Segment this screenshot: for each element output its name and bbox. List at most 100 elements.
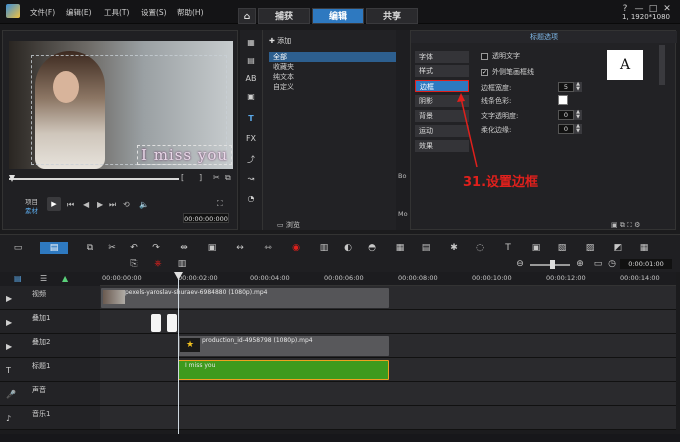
storyboard-view-icon[interactable]: ▭ bbox=[12, 242, 24, 254]
screen-record-icon[interactable]: ▣ bbox=[206, 242, 218, 254]
title-overlay-text[interactable]: I miss you bbox=[137, 145, 233, 165]
track-header-video[interactable]: ▶ 视频 bbox=[0, 286, 100, 310]
chapter-icon[interactable]: ⇿ bbox=[262, 242, 274, 254]
outer-stroke-option[interactable]: ✓ 外侧笔画框线 bbox=[481, 67, 534, 77]
copy-icon[interactable]: ⧉ bbox=[84, 242, 96, 254]
text-icon[interactable]: T bbox=[502, 242, 514, 254]
library-item-favorites[interactable]: 收藏夹 bbox=[273, 62, 294, 72]
library-splitter[interactable]: Bo Mo bbox=[396, 30, 410, 230]
track-lane-voice[interactable] bbox=[100, 382, 676, 406]
media-icon[interactable]: ▦ bbox=[244, 38, 258, 50]
browse-button[interactable]: ▭ 浏览 bbox=[277, 220, 300, 230]
tab-style[interactable]: 样式 bbox=[415, 65, 469, 77]
zoom-in-icon[interactable]: ⊕ bbox=[574, 258, 586, 270]
split-screen-icon[interactable]: ▣ bbox=[530, 242, 542, 254]
undo-icon[interactable]: ↶ bbox=[128, 242, 140, 254]
preview-scrubber[interactable]: [ ] ✂ ⧉ bbox=[9, 173, 235, 183]
motion-icon[interactable]: ↝ bbox=[244, 174, 258, 186]
track-lane-overlay1[interactable] bbox=[100, 310, 676, 334]
split-icon[interactable]: ✂ bbox=[213, 173, 220, 182]
timeline-ruler[interactable]: 00:00:00:00 00:00:02:00 00:00:04:00 00:0… bbox=[100, 272, 676, 286]
export-icon[interactable]: ▦ bbox=[638, 242, 650, 254]
timeline-playhead[interactable] bbox=[178, 272, 179, 436]
zoom-timecode[interactable]: 0:00:01:00 bbox=[620, 259, 672, 269]
tab-motion[interactable]: 运动 bbox=[415, 125, 469, 137]
play-button[interactable]: ▶ bbox=[47, 197, 61, 211]
soft-edge-stepper[interactable]: ▲ ▼ bbox=[574, 124, 582, 134]
zoom-slider-handle[interactable] bbox=[550, 260, 555, 269]
tab-border[interactable]: 边框 bbox=[415, 80, 469, 92]
ripple-icon[interactable]: ▥ bbox=[176, 258, 188, 270]
add-track-button[interactable]: ☰ bbox=[40, 274, 47, 283]
graphics-icon[interactable]: ▣ bbox=[244, 92, 258, 104]
record-icon[interactable]: ◉ bbox=[290, 242, 302, 254]
preview-timecode[interactable]: 00:00:00:000 bbox=[183, 213, 229, 223]
library-item-plain-text[interactable]: 纯文本 bbox=[273, 72, 294, 82]
prev-frame-icon[interactable]: ◀ bbox=[83, 200, 89, 209]
subtitle-icon[interactable]: ▤ bbox=[420, 242, 432, 254]
auto-music-icon[interactable]: ◓ bbox=[366, 242, 378, 254]
title-clip[interactable]: I miss you bbox=[178, 360, 389, 380]
scrubber-track[interactable] bbox=[9, 178, 179, 180]
volume-icon[interactable]: 🔈 bbox=[139, 200, 149, 209]
mixer-icon[interactable]: ▥ bbox=[318, 242, 330, 254]
text-opacity-input[interactable]: 0 bbox=[558, 110, 574, 120]
track-header-voice[interactable]: 🎤 声音 bbox=[0, 382, 100, 406]
instant-project-icon[interactable]: ▤ bbox=[244, 56, 258, 68]
track-manager-button[interactable]: ▤ bbox=[14, 274, 22, 283]
video-preview[interactable]: I miss you bbox=[9, 41, 233, 169]
wrap-icon[interactable]: ⎘ bbox=[128, 258, 140, 270]
add-folder-button[interactable]: ✚ 添加 bbox=[269, 36, 291, 46]
end-frame-icon[interactable]: ⏭ bbox=[109, 200, 116, 210]
library-item-all[interactable]: 全部 bbox=[269, 52, 399, 62]
overlay2-clip[interactable]: ★ production_id-4958798 (1080p).mp4 bbox=[178, 336, 389, 356]
tab-font[interactable]: 字体 bbox=[415, 51, 469, 63]
mark-out-icon[interactable]: ] bbox=[199, 173, 202, 182]
transition-icon[interactable]: AB bbox=[244, 74, 258, 86]
music-icon[interactable]: ◔ bbox=[244, 194, 258, 206]
menu-tools[interactable]: 工具(T) bbox=[104, 7, 129, 18]
filter-icon[interactable]: FX bbox=[244, 134, 258, 146]
home-icon[interactable]: ⌂ bbox=[238, 8, 256, 24]
tab-effect[interactable]: 效果 bbox=[415, 140, 469, 152]
motion-track-icon[interactable]: ▦ bbox=[394, 242, 406, 254]
zoom-out-icon[interactable]: ⊖ bbox=[514, 258, 526, 270]
tab-capture[interactable]: 捕获 bbox=[258, 8, 310, 24]
stabilize-icon[interactable]: ◩ bbox=[612, 242, 624, 254]
clock-icon[interactable]: ◷ bbox=[606, 258, 618, 270]
multicam-icon[interactable]: ◐ bbox=[342, 242, 354, 254]
line-color-swatch[interactable] bbox=[558, 95, 568, 105]
speed-icon[interactable]: ▨ bbox=[584, 242, 596, 254]
mode-clip-label[interactable]: 素材 bbox=[25, 205, 38, 215]
title-icon[interactable]: T bbox=[244, 114, 258, 126]
menu-help[interactable]: 帮助(H) bbox=[177, 7, 204, 18]
overlay-clip-white[interactable] bbox=[167, 314, 177, 332]
repeat-icon[interactable]: ⟲ bbox=[123, 200, 130, 209]
timeline-view-icon[interactable]: ▤ bbox=[40, 242, 68, 254]
track-lane-music1[interactable] bbox=[100, 406, 676, 430]
redo-icon[interactable]: ↷ bbox=[150, 242, 162, 254]
border-width-input[interactable]: 5 bbox=[558, 82, 574, 92]
options-scrollbar[interactable] bbox=[659, 45, 665, 85]
track-header-overlay1[interactable]: ▶ 叠加1 bbox=[0, 310, 100, 334]
path-icon[interactable]: ⤴ bbox=[244, 154, 258, 166]
tab-background[interactable]: 背景 bbox=[415, 110, 469, 122]
fullscreen-icon[interactable]: ⛶ bbox=[217, 199, 223, 209]
tools-icon[interactable]: ✂ bbox=[106, 242, 118, 254]
tab-shadow[interactable]: 阴影 bbox=[415, 95, 469, 107]
color-icon[interactable]: ▧ bbox=[556, 242, 568, 254]
soft-edge-input[interactable]: 0 bbox=[558, 124, 574, 134]
tab-share[interactable]: 共享 bbox=[366, 8, 418, 24]
overlay-clip-white[interactable] bbox=[151, 314, 161, 332]
track-header-title1[interactable]: T 标题1 bbox=[0, 358, 100, 382]
track-header-music1[interactable]: ♪ 音乐1 bbox=[0, 406, 100, 430]
transparent-text-option[interactable]: 透明文字 bbox=[481, 51, 520, 61]
border-preset-preview[interactable]: A bbox=[607, 50, 643, 80]
menu-file[interactable]: 文件(F) bbox=[30, 7, 55, 18]
crop-icon[interactable]: ◌ bbox=[474, 242, 486, 254]
video-clip[interactable]: pexels-yaroslav-shuraev-6984880 (1080p).… bbox=[101, 288, 389, 308]
mark-in-icon[interactable]: [ bbox=[181, 173, 184, 182]
mask-icon[interactable]: ✱ bbox=[448, 242, 460, 254]
snap-icon[interactable]: ⎈ bbox=[152, 258, 164, 270]
add-marker-button[interactable]: ▲ bbox=[62, 274, 68, 283]
